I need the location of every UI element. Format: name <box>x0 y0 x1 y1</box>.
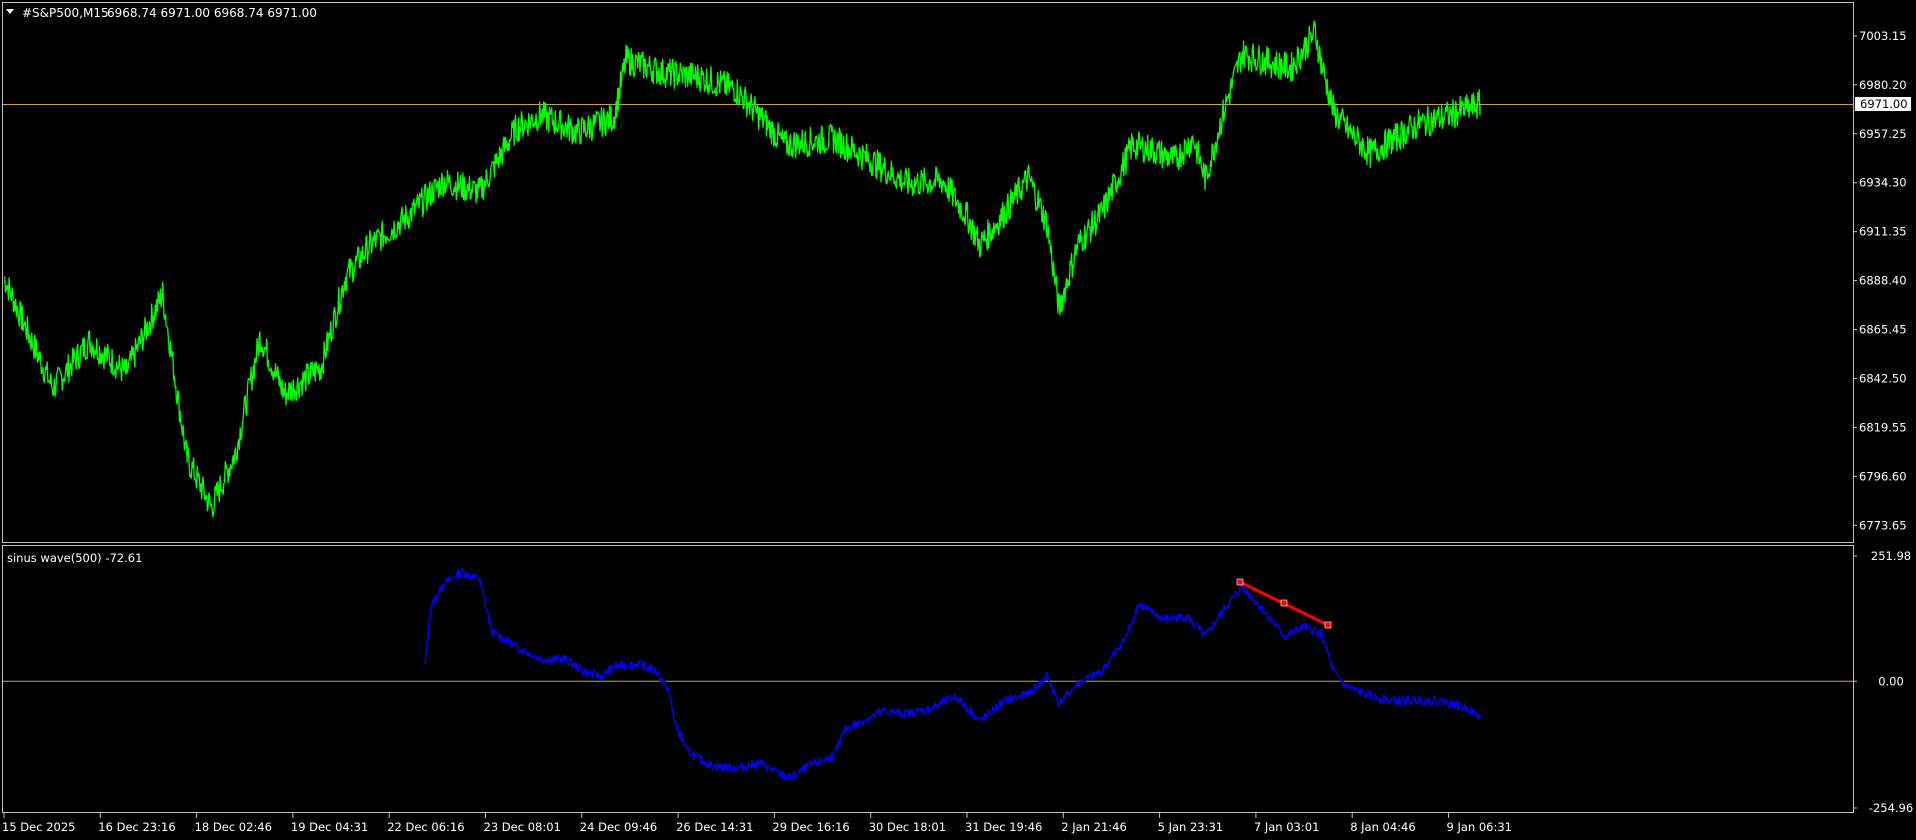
time-tick-label: 2 Jan 21:46 <box>1061 820 1127 834</box>
time-tick-label: 5 Jan 23:31 <box>1158 820 1224 834</box>
price-pane[interactable] <box>2 2 1854 543</box>
price-tick-label: 6980.20 <box>1859 78 1907 92</box>
trading-chart[interactable]: #S&P500,M15 6968.74 6971.00 6968.74 6971… <box>0 0 1916 840</box>
time-tick-label: 22 Dec 06:16 <box>387 820 464 834</box>
symbol-timeframe: #S&P500,M15 <box>22 6 109 20</box>
time-tick-label: 16 Dec 23:16 <box>98 820 175 834</box>
time-tick-label: 29 Dec 16:16 <box>772 820 849 834</box>
indicator-tick-label: -254.96 <box>1869 801 1913 815</box>
price-tick-label: 6796.60 <box>1859 469 1907 483</box>
price-pane-frame <box>2 2 1854 543</box>
ohlc-values: 6968.74 6971.00 6968.74 6971.00 <box>107 6 317 20</box>
time-tick-label: 19 Dec 04:31 <box>291 820 368 834</box>
time-tick-label: 31 Dec 19:46 <box>965 820 1042 834</box>
price-tick-label: 6865.45 <box>1859 323 1907 337</box>
indicator-tick-label: 0.00 <box>1878 674 1904 688</box>
trendline-anchor-mid[interactable] <box>1280 599 1288 607</box>
trendline-anchor-end[interactable] <box>1324 621 1332 629</box>
price-tick-label: 6888.40 <box>1859 274 1907 288</box>
price-tick-label: 7003.15 <box>1859 29 1907 43</box>
price-tick-label: 6773.65 <box>1859 518 1907 532</box>
time-tick-label: 9 Jan 06:31 <box>1447 820 1513 834</box>
time-tick-label: 30 Dec 18:01 <box>869 820 946 834</box>
time-tick-label: 23 Dec 08:01 <box>484 820 561 834</box>
time-tick-label: 24 Dec 09:46 <box>580 820 657 834</box>
price-tick-label: 6911.35 <box>1859 225 1907 239</box>
time-tick-label: 8 Jan 04:46 <box>1350 820 1416 834</box>
time-tick-label: 18 Dec 02:46 <box>195 820 272 834</box>
indicator-tick-label: 251.98 <box>1871 549 1911 563</box>
time-tick-label: 26 Dec 14:31 <box>676 820 753 834</box>
trendline-anchor-start[interactable] <box>1236 578 1244 586</box>
price-tick-label: 6819.55 <box>1859 420 1907 434</box>
current-price-label: 6971.00 <box>1860 97 1908 111</box>
indicator-label: sinus wave(500) -72.61 <box>7 551 142 565</box>
indicator-pane[interactable] <box>2 545 1854 813</box>
indicator-axis[interactable]: 251.98 0.00 -254.96 <box>1853 549 1913 815</box>
price-tick-label: 6842.50 <box>1859 371 1907 385</box>
price-tick-label: 6957.25 <box>1859 127 1907 141</box>
indicator-pane-frame <box>2 545 1854 813</box>
time-axis[interactable]: 15 Dec 2025 16 Dec 23:16 18 Dec 02:46 19 De… <box>2 813 1512 834</box>
time-tick-label: 7 Jan 03:01 <box>1254 820 1320 834</box>
time-tick-label: 15 Dec 2025 <box>2 820 75 834</box>
price-tick-label: 6934.30 <box>1859 176 1907 190</box>
